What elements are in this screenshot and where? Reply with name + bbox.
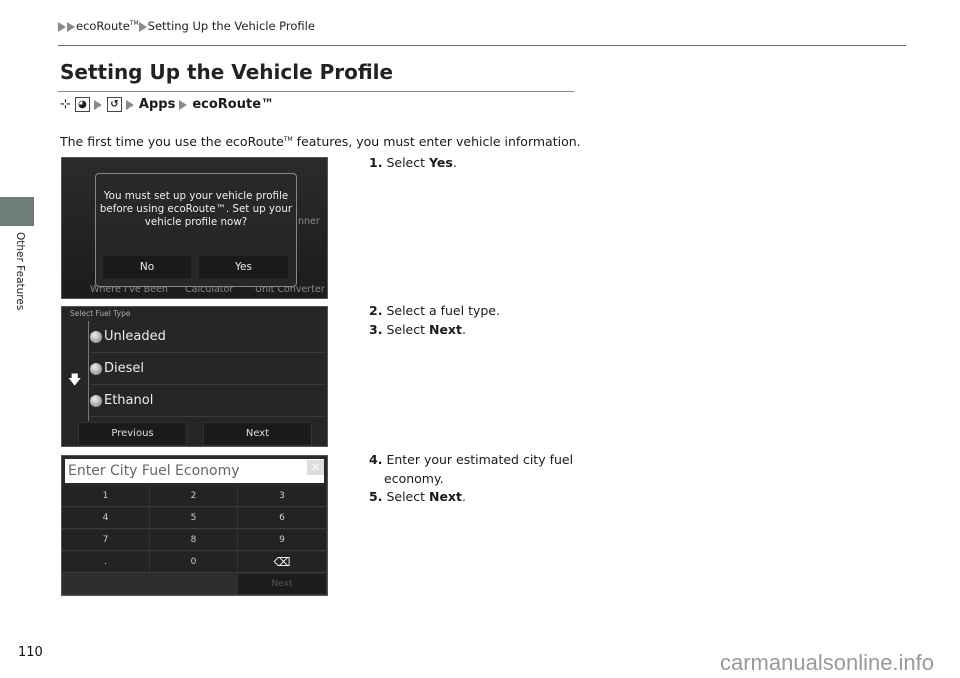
step-3: 3. Select Next. [369,321,466,340]
step-bold: Yes [428,155,453,170]
step-5: 5. Select Next. [369,488,466,507]
key-1[interactable]: 1 [62,486,150,507]
key-8[interactable]: 8 [150,530,238,551]
fuel-option[interactable]: Unleaded [90,321,326,353]
navigation-button-icon: ◕ [74,97,90,112]
breadcrumb: ecoRouteTM Setting Up the Vehicle Profile [58,19,315,33]
backspace-icon[interactable]: ⌫ [238,552,327,573]
path-apps: Apps [138,97,176,112]
nav-path: ⊹ ◕ ↺ Apps ecoRoute™ [60,97,274,112]
step-end: . [461,489,466,504]
step-end: . [452,155,457,170]
path-ecoroute: ecoRoute™ [192,97,275,112]
no-button[interactable]: No [103,256,191,278]
step-number: 3. [369,322,383,337]
key-decimal[interactable]: . [62,552,150,573]
screenshot-fuel-type: Select Fuel Type Unleaded Diesel Ethanol… [61,306,328,447]
previous-button[interactable]: Previous [78,422,187,446]
arrow-icon [179,99,188,110]
title-divider [58,91,574,92]
screenshot-profile-prompt: Where I've Been Calculator Unit Converte… [61,157,328,299]
screenshot-keypad: Enter City Fuel Economy ✕ 1 2 3 4 5 6 7 … [61,455,328,596]
confirm-dialog: You must set up your vehicle profile bef… [95,173,297,287]
side-tab-label: Other Features [14,232,26,311]
step-text: Select [386,489,429,504]
step-end: . [461,322,466,337]
breadcrumb-section[interactable]: ecoRoute [76,19,130,33]
key-4[interactable]: 4 [62,508,150,529]
step-text: Select [386,155,429,170]
fuel-option[interactable]: Ethanol [90,385,326,417]
radio-icon [90,362,102,375]
page-number: 110 [18,645,43,660]
next-button[interactable]: Next [238,574,327,595]
intro-after: features, you must enter vehicle informa… [292,134,581,149]
next-button[interactable]: Next [203,422,312,446]
bg-label: nner [298,216,320,227]
fuel-option-label: Ethanol [104,393,154,408]
key-7[interactable]: 7 [62,530,150,551]
step-number: 1. [369,155,383,170]
intro-before: The first time you use the ecoRoute [60,134,284,149]
fuel-option[interactable]: Diesel [90,353,326,385]
back-button-icon: ↺ [106,97,122,112]
step-text: Enter your estimated city fuel economy. [384,452,574,486]
key-6[interactable]: 6 [238,508,327,529]
breadcrumb-page: Setting Up the Vehicle Profile [147,19,315,33]
step-bold: Next [428,322,462,337]
key-0[interactable]: 0 [150,552,238,573]
radio-icon [90,394,102,407]
step-number: 2. [369,303,383,318]
step-bold: Next [428,489,462,504]
arrow-icon [58,21,66,32]
keypad-spacer [62,574,238,595]
fuel-option-label: Diesel [104,361,145,376]
divider [88,321,89,421]
header-divider [58,45,906,46]
key-3[interactable]: 3 [238,486,327,507]
arrow-icon [67,21,75,32]
scroll-down-icon[interactable]: 🡇 [68,371,81,393]
dialog-message: You must set up your vehicle profile bef… [99,190,293,228]
home-icon: ⊹ [60,97,71,112]
step-number: 4. [369,452,383,467]
key-5[interactable]: 5 [150,508,238,529]
key-2[interactable]: 2 [150,486,238,507]
step-text: Select a fuel type. [386,303,500,318]
step-1: 1. Select Yes. [369,154,457,173]
watermark[interactable]: carmanualsonline.info [720,650,934,676]
yes-button[interactable]: Yes [199,256,288,278]
screen-header: Select Fuel Type [70,309,131,318]
fuel-option-label: Unleaded [104,329,166,344]
step-number: 5. [369,489,383,504]
intro-text: The first time you use the ecoRouteTM fe… [60,134,581,149]
fuel-economy-input[interactable]: Enter City Fuel Economy [65,459,324,483]
step-2: 2. Select a fuel type. [369,302,500,321]
tm-mark: TM [283,135,293,143]
arrow-icon [93,99,102,110]
radio-icon [90,330,102,343]
clear-icon[interactable]: ✕ [307,460,324,475]
side-tab [0,197,34,226]
step-4: 4. Enter your estimated city fuel econom… [369,451,584,488]
arrow-icon [125,99,134,110]
page-title: Setting Up the Vehicle Profile [60,60,394,84]
tm-mark: TM [129,20,139,28]
key-9[interactable]: 9 [238,530,327,551]
arrow-icon [138,21,147,32]
step-text: Select [386,322,429,337]
